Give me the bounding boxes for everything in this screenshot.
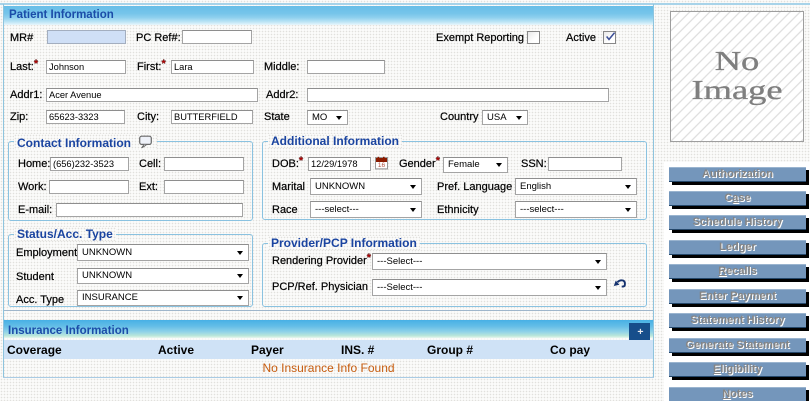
svg-text:16: 16 [378, 162, 386, 169]
